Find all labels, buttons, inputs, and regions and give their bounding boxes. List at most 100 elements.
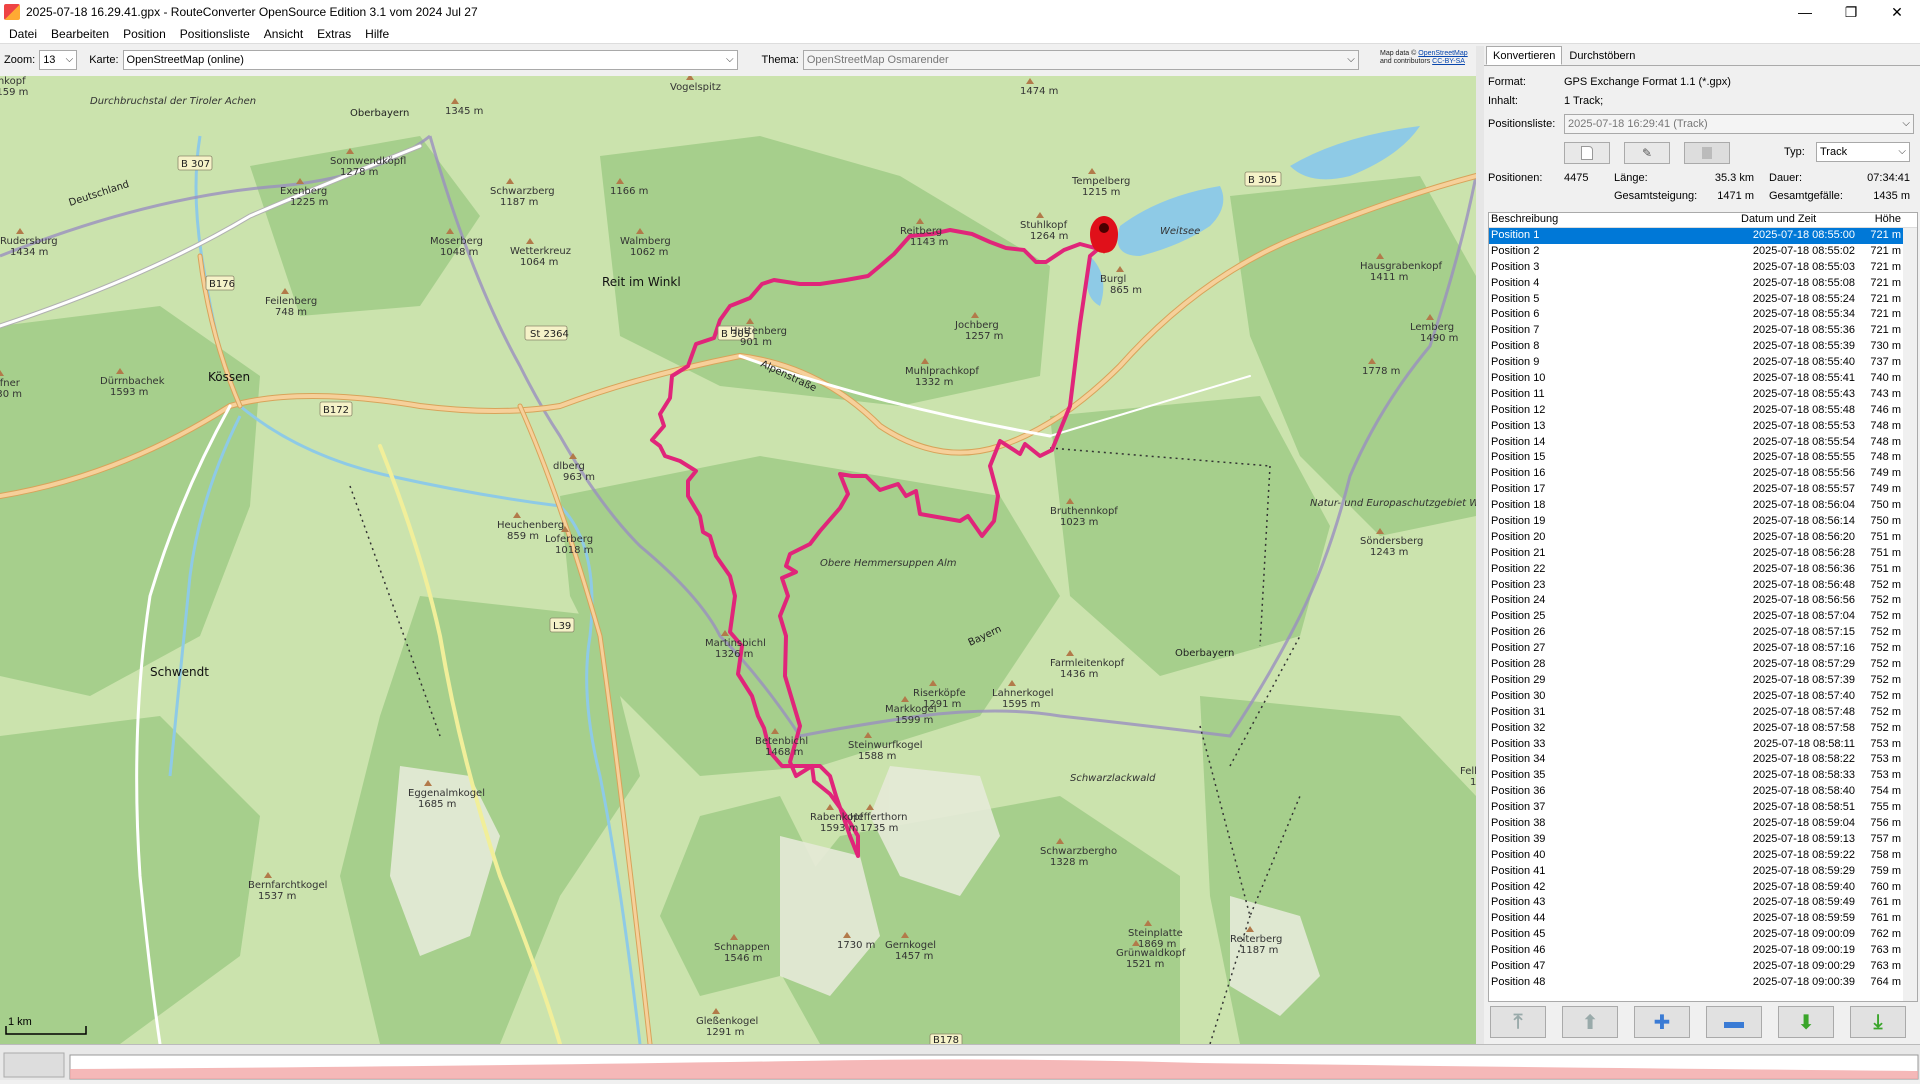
table-row[interactable]: Position 1 2025-07-18 08:55:00 721 m (1489, 228, 1917, 244)
table-row[interactable]: Position 35 2025-07-18 08:58:33 753 m (1489, 768, 1917, 784)
table-row[interactable]: Position 9 2025-07-18 08:55:40 737 m (1489, 355, 1917, 371)
panel-splitter[interactable] (1476, 46, 1484, 1044)
table-row[interactable]: Position 18 2025-07-18 08:56:04 750 m (1489, 498, 1917, 514)
add-position-button[interactable]: ✚ (1634, 1006, 1690, 1038)
menu-bearbeiten[interactable]: Bearbeiten (44, 24, 116, 44)
close-button[interactable]: ✕ (1874, 0, 1920, 24)
table-row[interactable]: Position 27 2025-07-18 08:57:16 752 m (1489, 641, 1917, 657)
table-row[interactable]: Position 22 2025-07-18 08:56:36 751 m (1489, 562, 1917, 578)
table-row[interactable]: Position 24 2025-07-18 08:56:56 752 m (1489, 593, 1917, 609)
table-row[interactable]: Position 31 2025-07-18 08:57:48 752 m (1489, 705, 1917, 721)
cell-datetime: 2025-07-18 08:55:03 (1752, 260, 1855, 273)
menu-datei[interactable]: Datei (2, 24, 44, 44)
menu-extras[interactable]: Extras (310, 24, 358, 44)
map-select[interactable]: OpenStreetMap (online) ⌵ (122, 50, 738, 70)
header-description[interactable]: Beschreibung (1489, 213, 1741, 227)
move-top-button[interactable]: ⤒ (1490, 1006, 1546, 1038)
move-up-icon: ⬆ (1581, 1011, 1599, 1034)
table-row[interactable]: Position 4 2025-07-18 08:55:08 721 m (1489, 276, 1917, 292)
header-elevation[interactable]: Höhe (1857, 213, 1905, 227)
table-row[interactable]: Position 7 2025-07-18 08:55:36 721 m (1489, 323, 1917, 339)
area-label: Schwarzlackwald (1070, 773, 1156, 784)
header-datetime[interactable]: Datum und Zeit (1741, 213, 1857, 227)
tab-durchstoebern[interactable]: Durchstöbern (1562, 46, 1642, 65)
menu-positionsliste[interactable]: Positionsliste (173, 24, 257, 44)
table-row[interactable]: Position 20 2025-07-18 08:56:20 751 m (1489, 530, 1917, 546)
table-row[interactable]: Position 47 2025-07-18 09:00:29 763 m (1489, 959, 1917, 975)
table-row[interactable]: Position 5 2025-07-18 08:55:24 721 m (1489, 292, 1917, 308)
table-row[interactable]: Position 43 2025-07-18 08:59:49 761 m (1489, 895, 1917, 911)
table-row[interactable]: Position 28 2025-07-18 08:57:29 752 m (1489, 657, 1917, 673)
table-row[interactable]: Position 41 2025-07-18 08:59:29 759 m (1489, 864, 1917, 880)
table-row[interactable]: Position 3 2025-07-18 08:55:03 721 m (1489, 260, 1917, 276)
map-pin-icon[interactable] (1090, 216, 1118, 254)
rename-list-button[interactable]: ✎ (1624, 142, 1670, 164)
table-row[interactable]: Position 23 2025-07-18 08:56:48 752 m (1489, 578, 1917, 594)
theme-select[interactable]: OpenStreetMap Osmarender ⌵ (802, 50, 1359, 70)
table-row[interactable]: Position 25 2025-07-18 08:57:04 752 m (1489, 609, 1917, 625)
table-row[interactable]: Position 14 2025-07-18 08:55:54 748 m (1489, 435, 1917, 451)
table-row[interactable]: Position 17 2025-07-18 08:55:57 749 m (1489, 482, 1917, 498)
table-row[interactable]: Position 26 2025-07-18 08:57:15 752 m (1489, 625, 1917, 641)
elevation-profile[interactable] (0, 1044, 1920, 1080)
peak-elevation: 1436 m (1060, 669, 1098, 680)
move-down-button[interactable]: ⬇ (1778, 1006, 1834, 1038)
table-row[interactable]: Position 13 2025-07-18 08:55:53 748 m (1489, 419, 1917, 435)
zoom-select[interactable]: 13 ⌵ (39, 50, 78, 70)
table-row[interactable]: Position 21 2025-07-18 08:56:28 751 m (1489, 546, 1917, 562)
table-row[interactable]: Position 42 2025-07-18 08:59:40 760 m (1489, 880, 1917, 896)
cell-elevation: 754 m (1870, 785, 1901, 798)
poslist-select[interactable]: 2025-07-18 16:29:41 (Track) ⌵ (1564, 114, 1914, 134)
table-scrollbar[interactable] (1903, 228, 1917, 1001)
cell-elevation: 761 m (1870, 896, 1901, 909)
table-row[interactable]: Position 38 2025-07-18 08:59:04 756 m (1489, 816, 1917, 832)
minimize-button[interactable]: — (1782, 0, 1828, 24)
table-row[interactable]: Position 39 2025-07-18 08:59:13 757 m (1489, 832, 1917, 848)
table-row[interactable]: Position 37 2025-07-18 08:58:51 755 m (1489, 800, 1917, 816)
table-row[interactable]: Position 6 2025-07-18 08:55:34 721 m (1489, 307, 1917, 323)
table-row[interactable]: Position 10 2025-07-18 08:55:41 740 m (1489, 371, 1917, 387)
new-list-button[interactable] (1564, 142, 1610, 164)
road-label: B172 (323, 405, 349, 416)
positions-table[interactable]: Beschreibung Datum und Zeit Höhe Positio… (1488, 212, 1918, 1002)
peak-name: Wetterkreuz (510, 246, 571, 257)
credit-link-osm[interactable]: OpenStreetMap (1418, 50, 1467, 57)
table-row[interactable]: Position 8 2025-07-18 08:55:39 730 m (1489, 339, 1917, 355)
peak-elevation: 1457 m (895, 951, 933, 962)
peak-elevation: 1546 m (724, 953, 762, 964)
tab-konvertieren[interactable]: Konvertieren (1486, 46, 1563, 65)
map-canvas[interactable]: B 307 B176 St 2364 B 305 B172 L39 B 305 … (0, 76, 1476, 1044)
map-view[interactable]: B 307 B176 St 2364 B 305 B172 L39 B 305 … (0, 76, 1476, 1044)
peak-name: Gernkogel (885, 940, 936, 951)
type-select[interactable]: Track ⌵ (1816, 142, 1910, 162)
move-up-button[interactable]: ⬆ (1562, 1006, 1618, 1038)
menu-hilfe[interactable]: Hilfe (358, 24, 396, 44)
table-row[interactable]: Position 34 2025-07-18 08:58:22 753 m (1489, 752, 1917, 768)
table-row[interactable]: Position 36 2025-07-18 08:58:40 754 m (1489, 784, 1917, 800)
delete-list-button[interactable] (1684, 142, 1730, 164)
table-row[interactable]: Position 12 2025-07-18 08:55:48 746 m (1489, 403, 1917, 419)
table-row[interactable]: Position 46 2025-07-18 09:00:19 763 m (1489, 943, 1917, 959)
cell-description: Position 47 (1491, 959, 1546, 972)
menu-ansicht[interactable]: Ansicht (257, 24, 310, 44)
table-row[interactable]: Position 40 2025-07-18 08:59:22 758 m (1489, 848, 1917, 864)
remove-position-button[interactable]: ▬ (1706, 1006, 1762, 1038)
table-row[interactable]: Position 48 2025-07-18 09:00:39 764 m (1489, 975, 1917, 991)
peak-name: Rudersburg (0, 236, 58, 247)
maximize-button[interactable]: ❐ (1828, 0, 1874, 24)
cell-datetime: 2025-07-18 09:00:29 (1752, 959, 1855, 972)
table-row[interactable]: Position 29 2025-07-18 08:57:39 752 m (1489, 673, 1917, 689)
table-row[interactable]: Position 44 2025-07-18 08:59:59 761 m (1489, 911, 1917, 927)
table-row[interactable]: Position 15 2025-07-18 08:55:55 748 m (1489, 450, 1917, 466)
table-row[interactable]: Position 2 2025-07-18 08:55:02 721 m (1489, 244, 1917, 260)
table-row[interactable]: Position 19 2025-07-18 08:56:14 750 m (1489, 514, 1917, 530)
table-row[interactable]: Position 45 2025-07-18 09:00:09 762 m (1489, 927, 1917, 943)
table-row[interactable]: Position 30 2025-07-18 08:57:40 752 m (1489, 689, 1917, 705)
table-row[interactable]: Position 16 2025-07-18 08:55:56 749 m (1489, 466, 1917, 482)
table-row[interactable]: Position 33 2025-07-18 08:58:11 753 m (1489, 737, 1917, 753)
table-row[interactable]: Position 11 2025-07-18 08:55:43 743 m (1489, 387, 1917, 403)
move-bottom-button[interactable]: ⤓ (1850, 1006, 1906, 1038)
menu-position[interactable]: Position (116, 24, 173, 44)
table-row[interactable]: Position 32 2025-07-18 08:57:58 752 m (1489, 721, 1917, 737)
credit-link-license[interactable]: CC-BY-SA (1432, 58, 1465, 65)
